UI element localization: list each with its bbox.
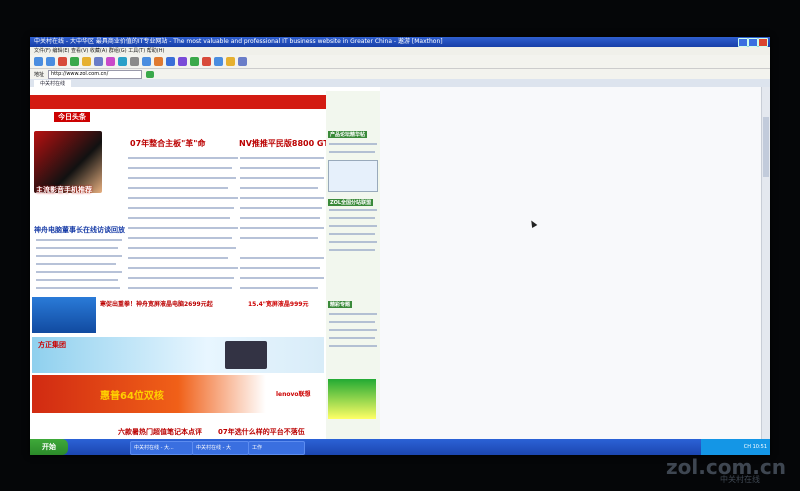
minimize-button[interactable] — [738, 38, 748, 47]
print-icon[interactable] — [166, 57, 175, 66]
block-icon[interactable] — [202, 57, 211, 66]
system-tray: CH 10:51 — [701, 439, 770, 455]
favorites-icon[interactable] — [94, 57, 103, 66]
today-label: 今日头条 — [54, 112, 90, 122]
address-label: 地址 — [34, 71, 45, 78]
blank-area — [380, 87, 762, 439]
store-title[interactable]: ZOL全国分站联盟 — [328, 199, 374, 206]
computer-image — [225, 341, 267, 369]
task-item-1[interactable]: 中关村在线 - 大... — [130, 441, 193, 455]
founder-banner[interactable] — [32, 337, 324, 373]
search-icon[interactable] — [118, 57, 127, 66]
web-page: 今日头条 主流影音手机推荐 07年整合主板"革"命 NV推推平民版8800 GT… — [30, 87, 380, 439]
tool-icon[interactable] — [130, 57, 139, 66]
home-icon[interactable] — [82, 57, 91, 66]
headline-1[interactable]: 07年整合主板"革"命 — [130, 138, 205, 149]
promo-text[interactable]: 主流影音手机推荐 — [36, 185, 92, 195]
stop-icon[interactable] — [58, 57, 67, 66]
history-icon[interactable] — [106, 57, 115, 66]
go-icon[interactable] — [146, 70, 155, 78]
banner-text[interactable]: 惠普64位双核 — [100, 387, 164, 402]
ad-price[interactable]: 15.4"宽屏液晶999元 — [248, 299, 308, 308]
forum-title[interactable]: 产品论坛精华帖 — [328, 131, 368, 138]
address-bar: 地址 http://www.zol.com.cn/ — [30, 69, 770, 79]
toolbar — [30, 55, 770, 69]
phone-ad-image[interactable] — [34, 131, 102, 193]
close-button[interactable] — [758, 38, 768, 47]
skin-icon[interactable] — [226, 57, 235, 66]
bottom-heading-2[interactable]: 07年选什么样的平台不落伍 — [218, 427, 305, 437]
zoom-icon[interactable] — [190, 57, 199, 66]
bottom-heading-1[interactable]: 六款暑热门超值笔记本点评 — [118, 427, 202, 437]
side-ad[interactable] — [328, 379, 376, 419]
scroll-thumb[interactable] — [763, 117, 769, 177]
taskbar: 开始 中关村在线 - 大... 中关村在线 - 大 工作 CH 10:51 — [30, 439, 770, 455]
browser-window: 中关村在线 - 大中华区 最具商业价值的IT专业网站 - The most va… — [30, 37, 770, 455]
tab-icon[interactable] — [214, 57, 223, 66]
sidebar-interview-title[interactable]: 神舟电脑董事长在线访谈回放 — [34, 225, 125, 235]
refresh-icon[interactable] — [70, 57, 79, 66]
page-content: 今日头条 主流影音手机推荐 07年整合主板"革"命 NV推推平民版8800 GT… — [30, 87, 770, 439]
lenovo-logo[interactable]: lenovo联想 — [276, 389, 311, 398]
window-title: 中关村在线 - 大中华区 最具商业价值的IT专业网站 - The most va… — [34, 38, 443, 45]
back-icon[interactable] — [34, 57, 43, 66]
ad-title-1[interactable]: 寒促出重拳！神舟宽屏液晶电脑2699元起 — [100, 299, 213, 308]
headline-2[interactable]: NV推推平民版8800 GTS — [239, 138, 335, 149]
maximize-button[interactable] — [748, 38, 758, 47]
task-item-3[interactable]: 工作 — [248, 441, 305, 455]
forward-icon[interactable] — [46, 57, 55, 66]
window-icon[interactable] — [142, 57, 151, 66]
option-icon[interactable] — [238, 57, 247, 66]
address-input[interactable]: http://www.zol.com.cn/ — [48, 69, 143, 79]
task-item-2[interactable]: 中关村在线 - 大 — [192, 441, 249, 455]
start-button[interactable]: 开始 — [30, 439, 68, 455]
rss-icon[interactable] — [154, 57, 163, 66]
search-box-ad[interactable] — [328, 160, 378, 192]
title-bar: 中关村在线 - 大中华区 最具商业价值的IT专业网站 - The most va… — [30, 37, 770, 47]
watermark-sub: 中关村在线 — [720, 475, 760, 484]
menu-bar[interactable]: 文件(F) 编辑(E) 查看(V) 收藏(A) 群组(G) 工具(T) 帮助(H… — [30, 47, 770, 55]
tip-title[interactable]: 精彩专题 — [328, 301, 353, 308]
founder-title: 方正集团 — [38, 341, 66, 349]
laptop-ad[interactable] — [32, 297, 96, 333]
mail-icon[interactable] — [178, 57, 187, 66]
vertical-scrollbar[interactable] — [761, 87, 770, 439]
